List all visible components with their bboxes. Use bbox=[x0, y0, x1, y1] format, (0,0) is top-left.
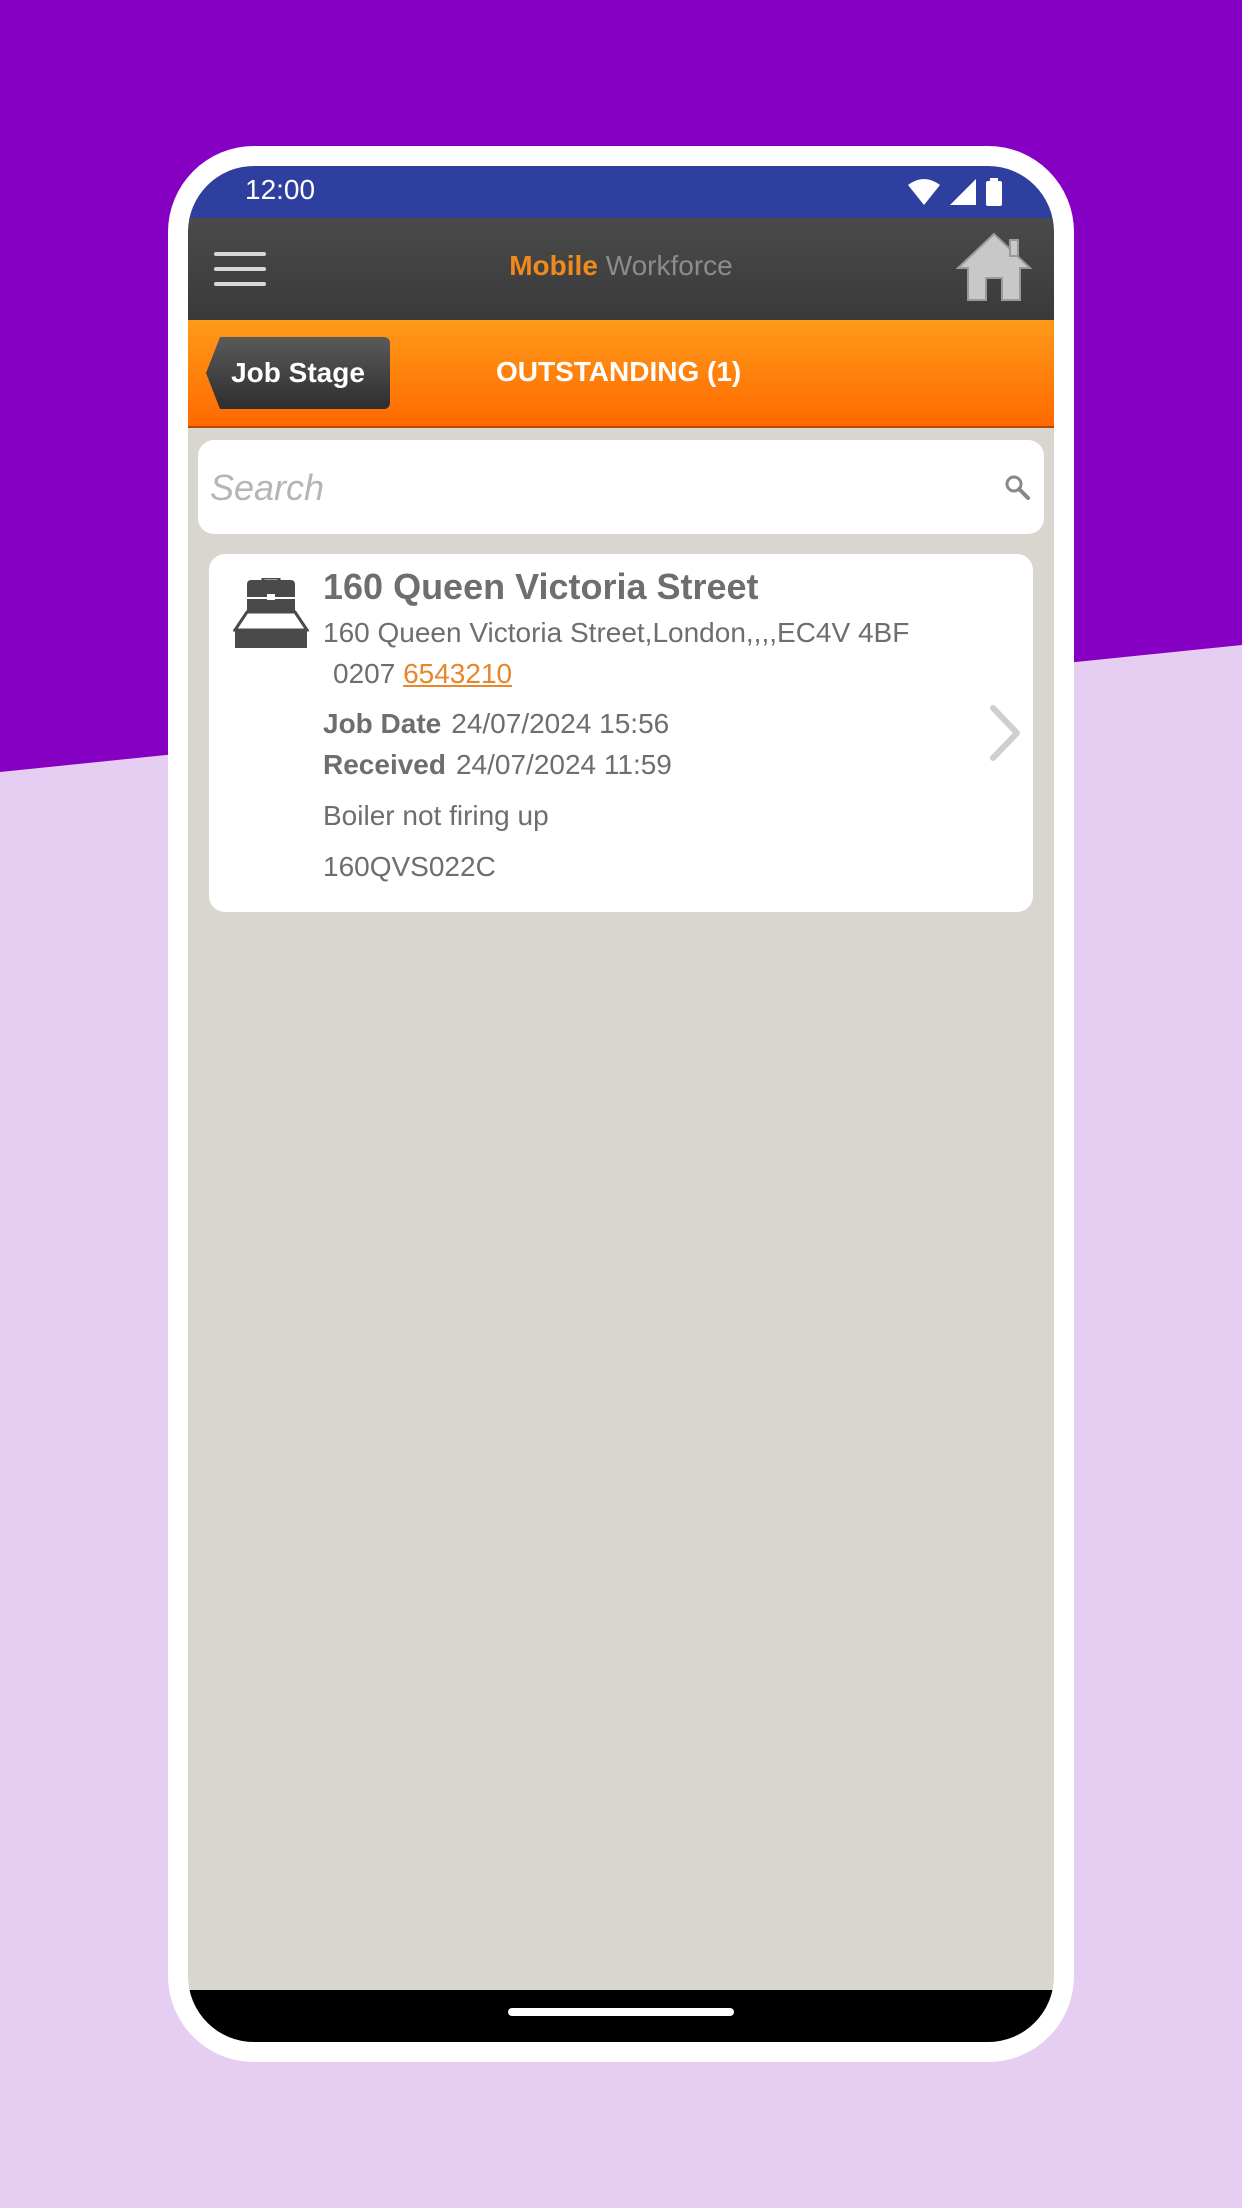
toolbox-icon bbox=[233, 578, 309, 648]
app-title-mobile: Mobile bbox=[509, 250, 598, 281]
home-icon[interactable] bbox=[956, 232, 1032, 302]
job-date-value: 24/07/2024 15:56 bbox=[451, 708, 670, 739]
phone-number-link[interactable]: 6543210 bbox=[403, 658, 512, 689]
job-reference: 160QVS022C bbox=[323, 851, 496, 882]
app-title-workforce: Workforce bbox=[605, 250, 733, 281]
job-phone: 0207 6543210 bbox=[333, 658, 512, 690]
job-date-label: Job Date bbox=[323, 708, 442, 739]
job-stage-back-button[interactable]: Job Stage bbox=[206, 337, 390, 409]
phone-screen: 12:00 Mobile Workforce Job Stage OUTSTAN… bbox=[188, 166, 1054, 2042]
job-description: Boiler not firing up bbox=[323, 800, 549, 831]
status-bar: 12:00 bbox=[188, 166, 1054, 218]
status-icons bbox=[908, 178, 1002, 206]
signal-icon bbox=[950, 179, 976, 205]
received-value: 24/07/2024 11:59 bbox=[455, 749, 672, 780]
chevron-right-icon[interactable] bbox=[989, 704, 1023, 762]
stage-title: OUTSTANDING (1) bbox=[496, 356, 742, 387]
received-label: Received bbox=[323, 749, 446, 780]
phone-prefix: 0207 bbox=[333, 658, 396, 689]
job-address: 160 Queen Victoria Street,London,,,,EC4V… bbox=[323, 617, 910, 648]
app-header: Mobile Workforce bbox=[188, 218, 1054, 321]
search-box bbox=[198, 440, 1044, 534]
status-time: 12:00 bbox=[245, 174, 316, 205]
job-date-row: Job Date 24/07/2024 15:56 bbox=[323, 708, 669, 740]
received-row: Received 24/07/2024 11:59 bbox=[323, 749, 672, 781]
battery-icon bbox=[986, 178, 1002, 206]
home-gesture-handle[interactable] bbox=[508, 2008, 734, 2016]
wifi-icon bbox=[908, 179, 940, 205]
job-title: 160 Queen Victoria Street bbox=[323, 566, 759, 607]
gesture-nav-bar bbox=[188, 1990, 1054, 2042]
app-title: Mobile Workforce bbox=[188, 250, 1054, 282]
job-list-item[interactable]: 160 Queen Victoria Street 160 Queen Vict… bbox=[209, 554, 1033, 912]
search-icon[interactable] bbox=[1004, 474, 1030, 500]
search-input[interactable] bbox=[208, 450, 972, 526]
stage-bar: Job Stage OUTSTANDING (1) bbox=[188, 320, 1054, 428]
